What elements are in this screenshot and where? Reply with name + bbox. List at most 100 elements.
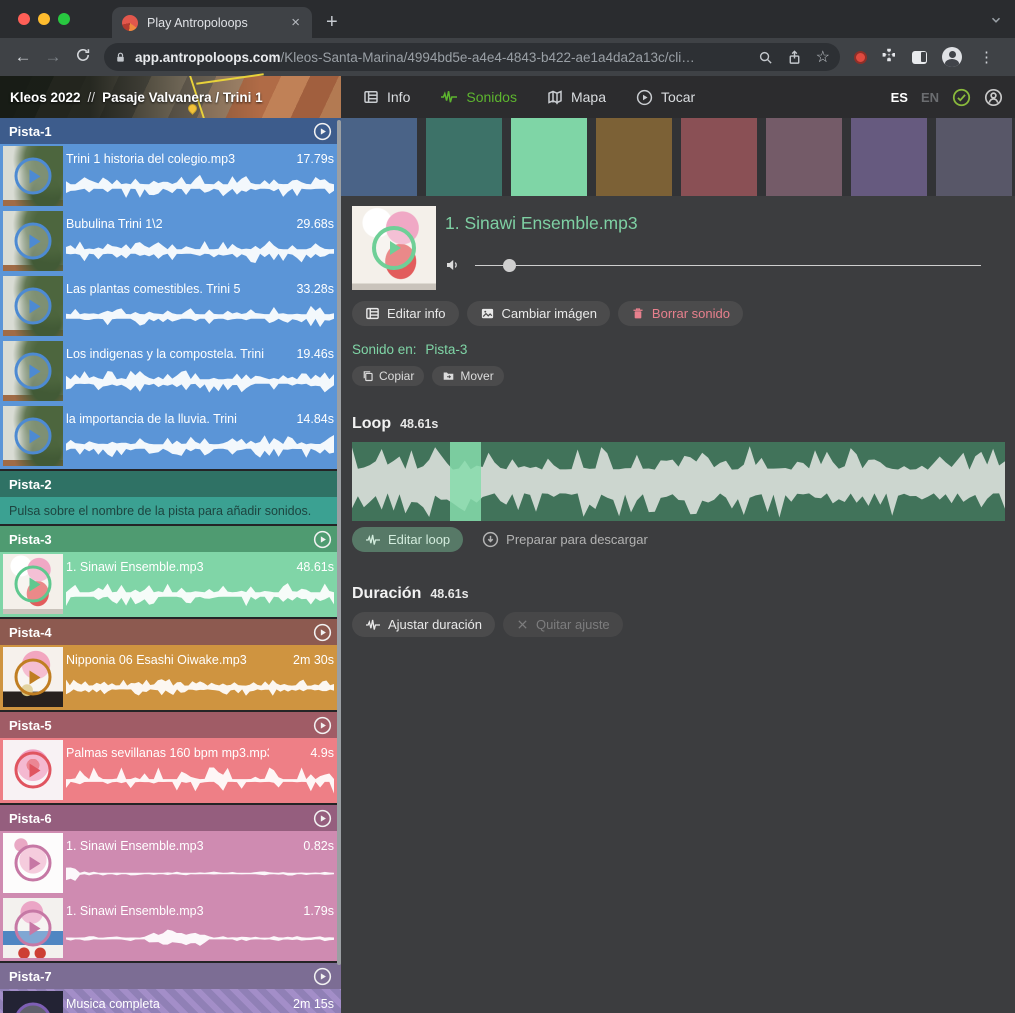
close-window-button[interactable] — [18, 13, 30, 25]
tab-search-chevron-icon[interactable] — [989, 13, 1003, 32]
change-image-button[interactable]: Cambiar imágen — [467, 301, 610, 326]
clip-thumbnail[interactable] — [3, 991, 63, 1013]
play-overlay-icon[interactable] — [15, 223, 52, 260]
track-play-button[interactable] — [313, 967, 332, 986]
play-overlay-icon[interactable] — [15, 845, 52, 882]
side-panel-icon[interactable] — [912, 51, 927, 64]
palette-swatch-7[interactable] — [851, 118, 927, 196]
track-play-button[interactable] — [313, 716, 332, 735]
play-circle-icon[interactable] — [313, 716, 332, 735]
clip-row[interactable]: la importancia de la lluvia. Trini14.84s — [0, 404, 341, 469]
delete-sound-button[interactable]: Borrar sonido — [618, 301, 743, 326]
clip-row[interactable]: Los indigenas y la compostela. Trini19.4… — [0, 339, 341, 404]
track-play-button[interactable] — [313, 122, 332, 141]
play-overlay-icon[interactable] — [15, 158, 52, 195]
clip-row[interactable]: Bubulina Trini 1\229.68s — [0, 209, 341, 274]
edit-loop-button[interactable]: Editar loop — [352, 527, 463, 552]
palette-swatch-3[interactable] — [511, 118, 587, 196]
play-circle-icon[interactable] — [313, 530, 332, 549]
palette-swatch-8[interactable] — [936, 118, 1012, 196]
lang-es[interactable]: ES — [891, 90, 908, 105]
lang-en[interactable]: EN — [921, 90, 939, 105]
bookmark-star-icon[interactable]: ☆ — [816, 47, 830, 67]
clip-thumbnail[interactable] — [3, 898, 63, 958]
saved-check-icon[interactable] — [952, 88, 971, 107]
extensions-puzzle-icon[interactable] — [881, 47, 897, 68]
play-overlay-icon[interactable] — [15, 910, 52, 947]
record-extension-icon[interactable] — [854, 51, 867, 64]
tab-info[interactable]: Info — [363, 89, 410, 105]
browser-menu-icon[interactable]: ⋮ — [979, 48, 994, 66]
clip-thumbnail[interactable] — [3, 211, 63, 271]
play-overlay-icon[interactable] — [15, 418, 52, 455]
clip-thumbnail[interactable] — [3, 146, 63, 206]
clip-thumbnail[interactable] — [3, 647, 63, 707]
address-bar[interactable]: app.antropoloops.com/Kleos-Santa-Marina/… — [104, 43, 840, 71]
track-header-pista-3[interactable]: Pista-3 — [0, 526, 341, 552]
clip-row[interactable]: 1. Sinawi Ensemble.mp30.82s — [0, 831, 341, 896]
move-button[interactable]: Mover — [432, 366, 503, 386]
back-button[interactable]: ← — [8, 47, 38, 67]
breadcrumb[interactable]: Kleos 2022 // Pasaje Valvanera / Trini 1 — [10, 76, 263, 118]
play-overlay-icon[interactable] — [15, 752, 52, 789]
track-header-pista-4[interactable]: Pista-4 — [0, 619, 341, 645]
play-overlay-icon[interactable] — [372, 226, 416, 270]
tab-mapa[interactable]: Mapa — [547, 89, 606, 105]
share-icon[interactable] — [787, 50, 802, 65]
sound-thumbnail[interactable] — [352, 206, 436, 290]
forward-button[interactable]: → — [38, 47, 68, 67]
browser-tab[interactable]: Play Antropoloops × — [112, 7, 312, 38]
tab-sonidos[interactable]: Sonidos — [440, 89, 517, 105]
clip-thumbnail[interactable] — [3, 341, 63, 401]
minimize-window-button[interactable] — [38, 13, 50, 25]
track-header-pista-6[interactable]: Pista-6 — [0, 805, 341, 831]
play-circle-icon[interactable] — [313, 122, 332, 141]
palette-swatch-4[interactable] — [596, 118, 672, 196]
map-thumbnail-banner[interactable]: Kleos 2022 // Pasaje Valvanera / Trini 1 — [0, 76, 341, 118]
play-overlay-icon[interactable] — [15, 1003, 52, 1013]
clip-thumbnail[interactable] — [3, 833, 63, 893]
volume-slider[interactable] — [475, 259, 981, 272]
track-header-pista-5[interactable]: Pista-5 — [0, 712, 341, 738]
profile-avatar[interactable] — [942, 47, 962, 67]
maximize-window-button[interactable] — [58, 13, 70, 25]
palette-swatch-2[interactable] — [426, 118, 502, 196]
edit-info-button[interactable]: Editar info — [352, 301, 459, 326]
clip-thumbnail[interactable] — [3, 740, 63, 800]
copy-button[interactable]: Copiar — [352, 366, 424, 386]
track-play-button[interactable] — [313, 530, 332, 549]
clip-row[interactable]: Las plantas comestibles. Trini 533.28s — [0, 274, 341, 339]
palette-swatch-1[interactable] — [341, 118, 417, 196]
play-overlay-icon[interactable] — [15, 353, 52, 390]
play-overlay-icon[interactable] — [15, 659, 52, 696]
play-overlay-icon[interactable] — [15, 288, 52, 325]
track-header-pista-2[interactable]: Pista-2 — [0, 471, 341, 497]
adjust-duration-button[interactable]: Ajustar duración — [352, 612, 495, 637]
remove-adjust-button[interactable]: Quitar ajuste — [503, 612, 623, 637]
clip-row[interactable]: Musica completa2m 15s — [0, 989, 341, 1013]
new-tab-button[interactable]: + — [326, 8, 338, 36]
volume-slider-track[interactable] — [475, 265, 981, 267]
tab-tocar[interactable]: Tocar — [636, 89, 695, 106]
track-header-pista-1[interactable]: Pista-1 — [0, 118, 341, 144]
prepare-download-button[interactable]: Preparar para descargar — [476, 530, 654, 549]
track-play-button[interactable] — [313, 809, 332, 828]
tab-close-icon[interactable]: × — [289, 15, 302, 30]
track-play-button[interactable] — [313, 623, 332, 642]
zoom-page-icon[interactable] — [758, 50, 773, 65]
clip-thumbnail[interactable] — [3, 276, 63, 336]
volume-slider-thumb[interactable] — [503, 259, 516, 272]
reload-button[interactable] — [68, 47, 98, 68]
clip-row[interactable]: Palmas sevillanas 160 bpm mp3.mp34.9s — [0, 738, 341, 803]
palette-swatch-6[interactable] — [766, 118, 842, 196]
clip-thumbnail[interactable] — [3, 406, 63, 466]
palette-swatch-5[interactable] — [681, 118, 757, 196]
clip-thumbnail[interactable] — [3, 554, 63, 614]
play-overlay-icon[interactable] — [15, 566, 52, 603]
play-circle-icon[interactable] — [313, 967, 332, 986]
clip-row[interactable]: Trini 1 historia del colegio.mp317.79s — [0, 144, 341, 209]
clip-row[interactable]: 1. Sinawi Ensemble.mp31.79s — [0, 896, 341, 961]
clip-row[interactable]: 1. Sinawi Ensemble.mp348.61s — [0, 552, 341, 617]
play-circle-icon[interactable] — [313, 623, 332, 642]
play-circle-icon[interactable] — [313, 809, 332, 828]
